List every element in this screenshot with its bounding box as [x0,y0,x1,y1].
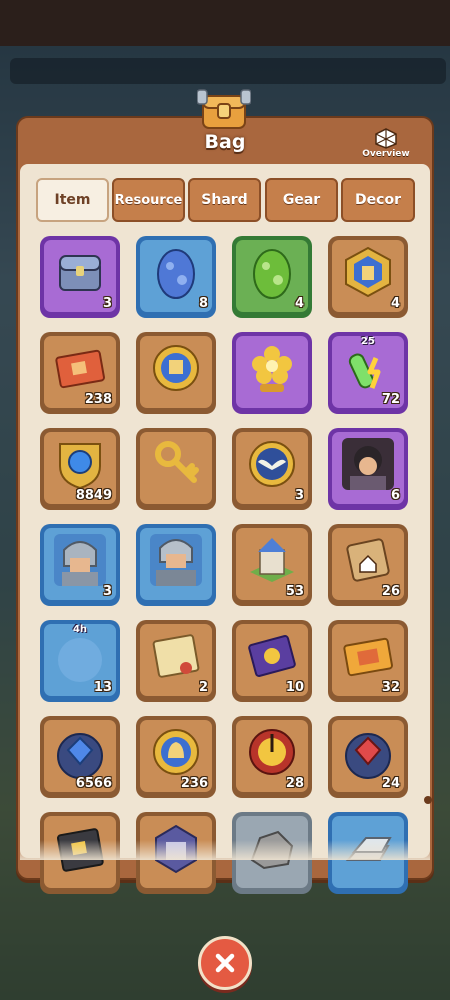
home-scroll-icon [346,538,390,582]
item-count: 72 [381,392,400,407]
item-slot[interactable]: 28 [232,716,312,798]
red-gem-coin-icon [345,733,391,779]
armored-hero-portrait-icon [150,534,202,586]
knight-hero-portrait-icon [54,534,106,586]
wings-medal-icon [249,441,295,487]
golden-ticket-icon [343,637,393,677]
scroll-fade [20,840,430,860]
castle-badge-icon [345,246,391,298]
item-slot[interactable]: 3 [40,524,120,606]
item-count: 53 [285,584,304,599]
item-count: 8849 [75,488,112,503]
item-count: 13 [93,680,112,695]
item-top-label: 25 [361,336,375,347]
blue-egg-icon [157,249,195,299]
close-icon [215,953,235,973]
item-slot[interactable]: 8 [136,236,216,318]
timed-bubble-icon [58,638,102,682]
tab-item[interactable]: Item [36,178,109,222]
item-slot[interactable]: 6566 [40,716,120,798]
item-slot[interactable]: 6 [328,428,408,510]
item-count: 8 [198,296,208,311]
item-slot[interactable]: 4 [328,236,408,318]
map-scroll-icon [152,634,200,678]
item-slot[interactable]: 10 [232,620,312,702]
tab-resource[interactable]: Resource [112,178,185,222]
item-count: 4 [294,296,304,311]
item-slot[interactable] [232,332,312,414]
green-egg-icon [253,249,291,299]
item-count: 3 [102,584,112,599]
item-count: 2 [198,680,208,695]
blue-gem-shield-icon [59,443,101,490]
castle-coin-icon [153,345,199,391]
overview-icon [375,128,397,149]
item-count: 236 [180,776,208,791]
treasure-chest-icon [59,255,101,291]
item-count: 24 [381,776,400,791]
golden-flower-icon [252,346,292,392]
item-count: 10 [285,680,304,695]
scroll-indicator[interactable] [424,796,432,804]
item-count: 28 [285,776,304,791]
item-slot[interactable]: 26 [328,524,408,606]
item-count: 6566 [75,776,112,791]
castle-building-icon [250,538,294,582]
item-slot[interactable]: 238 [40,332,120,414]
item-slot[interactable] [136,524,216,606]
item-count: 32 [381,680,400,695]
item-slot[interactable] [136,332,216,414]
tab-shard[interactable]: Shard [188,178,261,222]
item-count: 26 [381,584,400,599]
item-count: 3 [102,296,112,311]
item-slot[interactable]: 236 [136,716,216,798]
item-slot[interactable]: 53 [232,524,312,606]
castle-ticket-icon [55,349,105,389]
item-slot[interactable]: 4 [232,236,312,318]
red-wheel-icon [249,729,295,775]
orb-ticket-icon [248,635,296,677]
item-slot[interactable]: 25 72 [328,332,408,414]
item-count: 4 [390,296,400,311]
item-slot[interactable]: 8849 [40,428,120,510]
close-button[interactable] [198,936,252,990]
golden-key-icon [155,441,199,483]
overview-label: Overview [362,149,410,159]
item-slot[interactable]: 3 [232,428,312,510]
item-slot[interactable] [136,428,216,510]
dark-hero-portrait-icon [342,438,394,490]
tab-gear[interactable]: Gear [265,178,338,222]
category-tabs: Item Resource Shard Gear Decor [36,178,416,222]
bell-coin-icon [153,729,199,775]
item-slot[interactable]: 4h 13 [40,620,120,702]
item-count: 6 [390,488,400,503]
bag-chest-icon [197,89,251,129]
item-slot[interactable]: 2 [136,620,216,702]
item-slot[interactable]: 3 [40,236,120,318]
status-bar [0,0,450,46]
item-slot[interactable]: 32 [328,620,408,702]
item-count: 238 [84,392,112,407]
item-top-label: 4h [72,624,88,635]
tab-decor[interactable]: Decor [341,178,415,222]
item-slot[interactable]: 24 [328,716,408,798]
blue-gem-coin-icon [57,733,103,779]
overview-button[interactable]: Overview [356,124,416,160]
item-count: 3 [294,488,304,503]
potion-icon [348,353,381,389]
